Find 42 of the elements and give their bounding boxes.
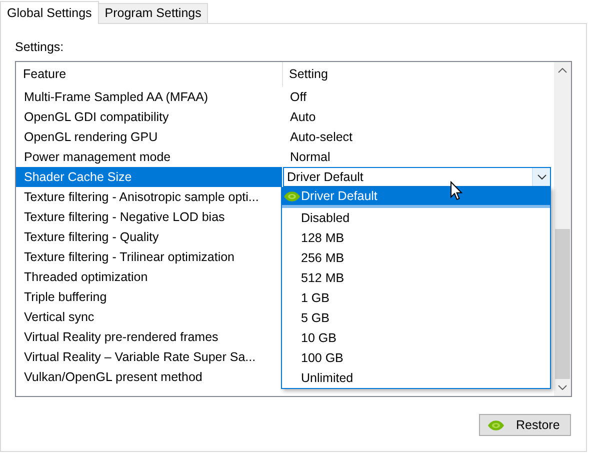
feature-cell[interactable]: Vulkan/OpenGL present method	[16, 367, 282, 387]
feature-cell[interactable]: Threaded optimization	[16, 267, 282, 287]
dropdown-option[interactable]: Unlimited	[282, 368, 550, 388]
scrollbar[interactable]	[554, 62, 571, 396]
tab[interactable]: Global Settings	[0, 1, 99, 24]
restore-button[interactable]: Restore	[479, 414, 571, 436]
feature-cell[interactable]: Shader Cache Size	[16, 167, 282, 187]
nvidia-eye-icon	[284, 191, 300, 202]
dropdown-option[interactable]: 256 MB	[282, 248, 550, 268]
dropdown-option[interactable]: Driver Default	[282, 188, 550, 208]
setting-cell-text: Auto-select	[289, 128, 354, 146]
feature-cell[interactable]: OpenGL rendering GPU	[16, 127, 282, 147]
dropdown-option[interactable]: 512 MB	[282, 268, 550, 288]
dropdown-option[interactable]: 10 GB	[282, 328, 550, 348]
feature-cell[interactable]: Vertical sync	[16, 307, 282, 327]
dropdown-option[interactable]: 1 GB	[282, 288, 550, 308]
dropdown-option[interactable]: 128 MB	[282, 228, 550, 248]
dropdown-option[interactable]: 100 GB	[282, 348, 550, 368]
dropdown-option[interactable]: Disabled	[282, 208, 550, 228]
feature-cell[interactable]: Power management mode	[16, 147, 282, 167]
column-header[interactable]: Feature	[16, 62, 283, 87]
feature-cell[interactable]: Texture filtering - Anisotropic sample opti...	[16, 187, 282, 207]
feature-cell[interactable]: Virtual Reality – Variable Rate Super Sa...	[16, 347, 282, 367]
feature-cell[interactable]: Texture filtering - Negative LOD bias	[16, 207, 282, 227]
feature-cell[interactable]: Virtual Reality pre-rendered frames	[16, 327, 282, 347]
tab[interactable]: Program Settings	[98, 3, 208, 23]
setting-cell-text: Auto	[289, 108, 317, 126]
dropdown-option[interactable]: 5 GB	[282, 308, 550, 328]
nvidia-eye-icon	[488, 420, 504, 430]
feature-cell[interactable]: OpenGL GDI compatibility	[16, 107, 282, 127]
feature-cell[interactable]: Triple buffering	[16, 287, 282, 307]
section-label: Settings:	[15, 39, 65, 56]
setting-cell-text: Normal	[289, 148, 332, 166]
feature-cell[interactable]: Multi-Frame Sampled AA (MFAA)	[16, 87, 282, 107]
chevron-down-icon	[532, 168, 550, 186]
feature-cell[interactable]: Texture filtering - Quality	[16, 227, 282, 247]
setting-cell-text: Off	[289, 88, 308, 106]
setting-dropdown[interactable]: Driver Default	[283, 167, 551, 187]
feature-cell[interactable]: Texture filtering - Trilinear optimization	[16, 247, 282, 267]
scroll-thumb[interactable]	[555, 229, 570, 379]
dropdown-value: Driver Default	[287, 168, 364, 186]
column-header[interactable]: Setting	[283, 62, 554, 87]
